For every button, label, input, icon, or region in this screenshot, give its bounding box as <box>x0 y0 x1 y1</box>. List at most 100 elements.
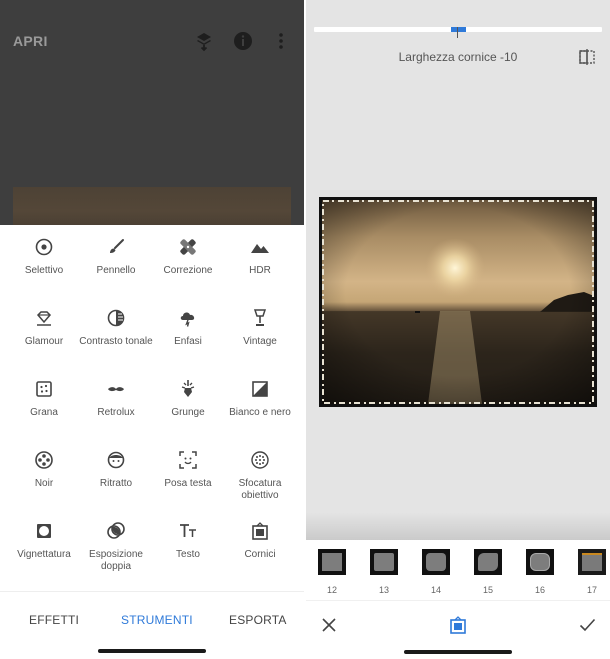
photo-preview <box>13 187 291 225</box>
tools-screen: APRI Selettivo Pennello Correzione HDR G… <box>0 0 304 659</box>
tool-glamour[interactable]: Glamour <box>6 296 82 366</box>
tab-effects[interactable]: EFFETTI <box>29 613 79 627</box>
slider-fill <box>451 27 466 32</box>
tool-grana[interactable]: Grana <box>6 367 82 437</box>
tool-grunge[interactable]: Grunge <box>150 367 226 437</box>
tool-label: Contrasto tonale <box>79 336 153 347</box>
tool-label: Noir <box>34 478 54 489</box>
frame-number: 15 <box>482 585 493 595</box>
target-icon <box>35 238 53 256</box>
tool-label: Cornici <box>244 549 276 560</box>
tool-label: Sfocatura obiettivo <box>238 478 282 501</box>
layers-icon[interactable] <box>193 30 215 52</box>
editor-action-bar <box>306 600 610 659</box>
frame-number: 16 <box>534 585 545 595</box>
tab-export[interactable]: ESPORTA <box>229 613 287 627</box>
grain-square-icon <box>36 381 52 397</box>
tool-testo[interactable]: Testo <box>150 509 226 579</box>
frame-number: 12 <box>326 585 337 595</box>
framed-photo <box>319 197 597 407</box>
tool-correzione[interactable]: Correzione <box>150 225 226 295</box>
tool-label: Grana <box>30 407 58 418</box>
slider-center-tick <box>457 27 458 38</box>
check-icon[interactable] <box>579 617 596 633</box>
mountains-icon <box>251 244 269 253</box>
more-vert-icon[interactable] <box>270 30 292 52</box>
tool-label: Enfasi <box>174 336 202 347</box>
info-icon[interactable] <box>232 30 254 52</box>
double-exposure-icon <box>107 522 125 539</box>
tool-ritratto[interactable]: Ritratto <box>78 438 154 508</box>
guitar-icon <box>181 380 195 397</box>
tool-enfasi[interactable]: Enfasi <box>150 296 226 366</box>
face-frame-icon <box>179 451 197 469</box>
close-icon[interactable] <box>321 617 337 633</box>
lens-blur-icon <box>251 451 269 469</box>
tool-label: Esposizione doppia <box>89 549 143 572</box>
tools-grid: Selettivo Pennello Correzione HDR Glamou… <box>0 225 304 591</box>
frame-thumbnail[interactable] <box>578 549 606 575</box>
tool-label: HDR <box>249 265 271 276</box>
sunset-photo <box>322 200 594 404</box>
mustache-icon <box>108 387 124 392</box>
text-tt-icon <box>180 524 196 537</box>
brush-icon <box>110 239 124 253</box>
tab-tools[interactable]: STRUMENTI <box>121 613 193 627</box>
tool-label: Pennello <box>96 265 136 276</box>
tool-hdr[interactable]: HDR <box>222 225 298 295</box>
sunset-scene <box>322 200 594 404</box>
app-bar: APRI <box>0 0 304 80</box>
diamond-glow-icon <box>36 311 52 326</box>
home-indicator <box>98 649 206 653</box>
tool-label: Testo <box>176 549 200 560</box>
frame-icon <box>252 522 268 540</box>
tool-sfocatura-obiettivo[interactable]: Sfocatura obiettivo <box>222 438 298 508</box>
tool-contrasto-tonale[interactable]: Contrasto tonale <box>78 296 154 366</box>
frame-number: 17 <box>586 585 597 595</box>
open-button[interactable]: APRI <box>13 33 48 49</box>
frame-thumbnail[interactable] <box>474 549 502 575</box>
parameter-label: Larghezza cornice -10 <box>398 50 518 64</box>
tool-label: Vintage <box>243 336 277 347</box>
tool-bianco-e-nero[interactable]: Bianco e nero <box>222 367 298 437</box>
tool-label: Bianco e nero <box>229 407 291 418</box>
tool-esposizione-doppia[interactable]: Esposizione doppia <box>78 509 154 579</box>
frames-editor-screen: Larghezza cornice -10 12 13 14 15 16 17 <box>306 0 610 659</box>
half-circle-icon <box>107 309 125 327</box>
face-icon <box>107 451 125 469</box>
tool-pennello[interactable]: Pennello <box>78 225 154 295</box>
tool-label: Glamour <box>24 336 64 347</box>
film-reel-icon <box>35 451 53 469</box>
frame-width-slider[interactable] <box>314 27 602 32</box>
tool-label: Correzione <box>163 265 213 276</box>
tool-label: Selettivo <box>24 265 64 276</box>
compare-icon[interactable] <box>578 48 596 66</box>
strip-shadow <box>306 512 610 542</box>
frame-icon[interactable] <box>449 615 467 635</box>
lamp-icon <box>253 309 267 326</box>
tool-noir[interactable]: Noir <box>6 438 82 508</box>
tool-label: Vignettatura <box>17 549 71 560</box>
healing-bandage-icon <box>180 239 196 255</box>
tool-label: Grunge <box>171 407 205 418</box>
frame-thumbnail[interactable] <box>318 549 346 575</box>
tool-label: Posa testa <box>164 478 212 489</box>
tool-vignettatura[interactable]: Vignettatura <box>6 509 82 579</box>
frame-number: 13 <box>378 585 389 595</box>
tool-selettivo[interactable]: Selettivo <box>6 225 82 295</box>
vignette-icon <box>37 524 51 538</box>
frame-thumbnail-strip: 12 13 14 15 16 17 <box>306 540 610 600</box>
tool-retrolux[interactable]: Retrolux <box>78 367 154 437</box>
frame-thumbnail[interactable] <box>526 549 554 575</box>
frame-number: 14 <box>430 585 441 595</box>
tool-vintage[interactable]: Vintage <box>222 296 298 366</box>
home-indicator <box>404 650 512 654</box>
mountain-square-icon <box>252 381 268 397</box>
tool-posa-testa[interactable]: Posa testa <box>150 438 226 508</box>
tool-label: Retrolux <box>97 407 135 418</box>
tool-label: Ritratto <box>99 478 133 489</box>
cloud-bolt-icon <box>180 312 195 327</box>
frame-thumbnail[interactable] <box>370 549 398 575</box>
frame-thumbnail[interactable] <box>422 549 450 575</box>
tool-cornici[interactable]: Cornici <box>222 509 298 579</box>
